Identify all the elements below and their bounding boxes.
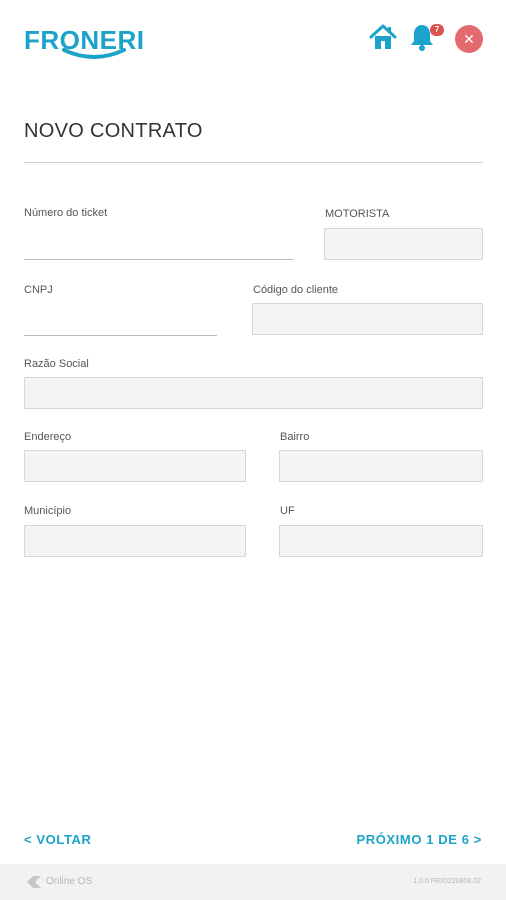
version-text: 1.0.0 FR20220808.02 [413, 878, 481, 885]
brand-text: Online OS [46, 876, 93, 887]
froneri-logo: FRONERI [24, 26, 154, 66]
app-header: FRONERI 7 ✕ [0, 0, 506, 80]
cnpj-input[interactable] [24, 335, 217, 336]
home-icon[interactable] [368, 22, 398, 52]
cnpj-label: CNPJ [24, 284, 53, 296]
driver-label: MOTORISTA [325, 208, 390, 220]
notifications-button[interactable]: 7 [408, 22, 444, 54]
city-label: Município [24, 505, 72, 517]
next-button[interactable]: PRÓXIMO 1 DE 6 > [356, 832, 482, 847]
driver-field[interactable] [324, 228, 483, 260]
close-icon: ✕ [463, 31, 475, 47]
address-field[interactable] [24, 450, 246, 482]
state-label: UF [280, 505, 295, 517]
back-button[interactable]: < VOLTAR [24, 832, 92, 847]
company-name-label: Razão Social [24, 358, 89, 370]
district-field[interactable] [279, 450, 483, 482]
title-divider [24, 162, 483, 163]
client-code-field[interactable] [252, 303, 483, 335]
ticket-input[interactable] [24, 259, 294, 260]
online-os-logo-icon [27, 876, 41, 888]
logo-swoosh-icon [62, 48, 126, 59]
footer-bar: Online OS 1.0.0 FR20220808.02 [0, 864, 506, 900]
page-title: NOVO CONTRATO [24, 120, 203, 142]
close-button[interactable]: ✕ [455, 25, 483, 53]
company-name-field[interactable] [24, 377, 483, 409]
district-label: Bairro [280, 431, 310, 443]
client-code-label: Código do cliente [253, 284, 339, 296]
address-label: Endereço [24, 431, 72, 443]
ticket-label: Número do ticket [24, 207, 108, 219]
state-field[interactable] [279, 525, 483, 557]
city-field[interactable] [24, 525, 246, 557]
notification-badge: 7 [430, 24, 444, 36]
